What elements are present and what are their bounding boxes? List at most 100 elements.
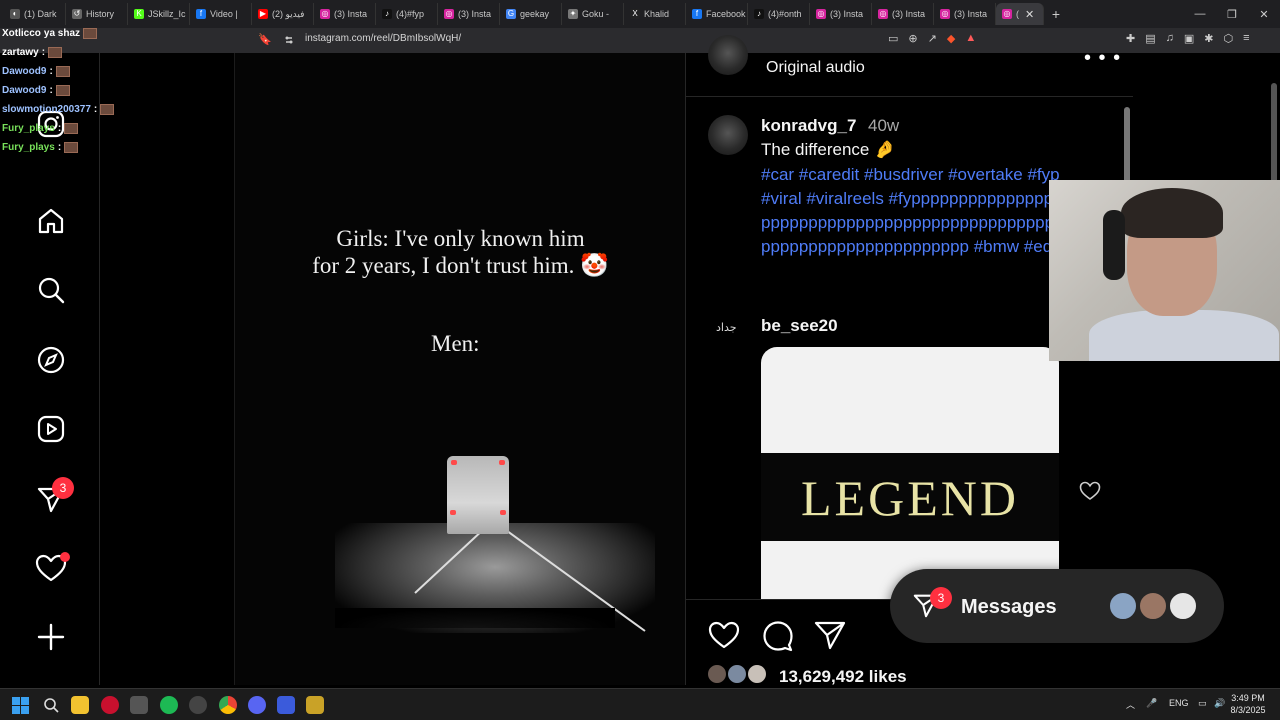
browser-tab[interactable]: ✦ Goku - — [562, 3, 624, 25]
browser-tab[interactable]: ◎ (3) Insta — [934, 3, 996, 25]
like-count[interactable]: 13,629,492 likes — [779, 667, 907, 687]
chrome-icon[interactable] — [219, 696, 237, 714]
browser-tab[interactable]: ♪ (4)#fyp — [376, 3, 438, 25]
comment-image-text: LEGEND — [801, 470, 1019, 526]
comment-bubble-icon[interactable] — [762, 620, 794, 657]
chat-username: Dawood9 — [2, 66, 47, 77]
comment-image[interactable]: LEGEND — [761, 347, 1059, 599]
chat-message: Fury_plays: — [2, 119, 114, 138]
comment-like-icon[interactable] — [1079, 481, 1101, 506]
zoom-icon[interactable]: ⊕ — [908, 32, 917, 45]
more-options-icon[interactable]: • • • — [1084, 47, 1121, 70]
post-author-avatar[interactable] — [708, 115, 748, 155]
input-language[interactable]: ENG — [1169, 698, 1189, 708]
share-send-icon[interactable] — [814, 620, 846, 655]
close-window-icon[interactable]: ✕ — [1248, 8, 1280, 21]
new-tab-button[interactable]: + — [1044, 6, 1068, 22]
tab-label: Video | — [210, 9, 238, 19]
home-icon[interactable] — [33, 203, 69, 239]
microphone-icon[interactable]: 🎤 — [1146, 698, 1157, 709]
reel-video[interactable]: Girls: I've only known him for 2 years, … — [234, 53, 685, 685]
chat-emote-icon — [64, 123, 79, 134]
browser-tab[interactable]: ◎ (3) Insta — [314, 3, 376, 25]
chat-text: : — [57, 142, 62, 153]
minimize-icon[interactable]: — — [1184, 8, 1216, 20]
app-red-icon[interactable] — [101, 696, 119, 714]
network-icon[interactable]: ▭ — [1198, 698, 1207, 709]
share-icon[interactable]: ↗ — [928, 32, 937, 45]
tab-close-icon[interactable]: ✕ — [1025, 8, 1034, 21]
tab-favicon-icon: f — [196, 9, 206, 19]
tab-favicon-icon: ◐ — [10, 9, 20, 19]
browser-tab[interactable]: ◎ (3) Insta — [872, 3, 934, 25]
browser-tab[interactable]: K JSkillz_Ic — [128, 3, 190, 25]
screen: ◐ (1) Dark ↺ History K JSkillz_Ic f Video | ▶ فيد… — [0, 0, 1280, 720]
clock-time: 3:49 PM — [1231, 693, 1265, 703]
chat-message: zartawy: — [2, 43, 114, 62]
windows-start-icon[interactable] — [12, 697, 29, 714]
browser-tab[interactable]: ◎ (3) Insta — [438, 3, 500, 25]
post-caption-text: The difference 🤌 — [761, 140, 896, 159]
bus-image — [447, 456, 509, 534]
like-heart-icon[interactable] — [708, 620, 740, 655]
taskbar-search-icon[interactable] — [43, 697, 59, 713]
menu-icon[interactable]: ≡ — [1243, 32, 1249, 45]
reader-mode-icon[interactable]: ▭ — [888, 32, 898, 45]
tab-favicon-icon: ♪ — [382, 9, 392, 19]
brave-shield-icon[interactable]: ◆ — [947, 32, 955, 45]
media-icon[interactable]: ♫ — [1166, 32, 1174, 45]
author-avatar[interactable] — [708, 35, 748, 75]
browser-tab[interactable]: ◐ (1) Dark — [4, 3, 66, 25]
bookmark-icon[interactable]: 🔖 — [258, 33, 272, 46]
tab-favicon-icon: ♪ — [754, 9, 764, 19]
url-text[interactable]: instagram.com/reel/DBmIbsolWqH/ — [305, 33, 461, 44]
extensions-icon[interactable]: ✚ — [1126, 32, 1135, 45]
browser-tab[interactable]: Ggeekay — [500, 3, 562, 25]
tab-label: geekay — [520, 9, 550, 19]
create-plus-icon[interactable] — [33, 619, 69, 655]
wallet-icon[interactable]: ▣ — [1184, 32, 1194, 45]
browser-tab[interactable]: ↺ History — [66, 3, 128, 25]
site-settings-icon[interactable] — [284, 34, 294, 46]
browser-tab[interactable]: ▶ فيديو (2) — [252, 3, 314, 25]
windows-taskbar: ︿ 🎤 ENG ▭ 🔊 3:49 PM 8/3/2025 — [0, 688, 1280, 720]
post-hashtags[interactable]: #car #caredit #busdriver #overtake #fyp … — [761, 163, 1061, 259]
taskbar-clock[interactable]: 3:49 PM 8/3/2025 — [1222, 692, 1274, 716]
app-blue-icon[interactable] — [277, 696, 295, 714]
reels-icon[interactable] — [33, 411, 69, 447]
explore-icon[interactable] — [33, 342, 69, 378]
browser-tab[interactable]: X Khalid — [624, 3, 686, 25]
tray-chevron-icon[interactable]: ︿ — [1126, 698, 1135, 711]
comment-username[interactable]: be_see20 — [761, 316, 838, 336]
browser-tab[interactable]: ♪ (4)#onth — [748, 3, 810, 25]
search-icon[interactable] — [33, 272, 69, 308]
chat-username: Xotlicco — [2, 28, 41, 39]
store-icon[interactable] — [130, 696, 148, 714]
browser-tab[interactable]: f Video | — [190, 3, 252, 25]
browser-tab[interactable]: ◎ (3) Insta — [810, 3, 872, 25]
chat-message: Dawood9: — [2, 62, 114, 81]
app-gear-icon[interactable] — [189, 696, 207, 714]
browser-tab-active[interactable]: ◎ (✕ — [996, 3, 1044, 25]
translate-icon[interactable]: ✱ — [1204, 32, 1213, 45]
file-explorer-icon[interactable] — [71, 696, 89, 714]
chat-text: : — [41, 47, 46, 58]
discord-icon[interactable] — [248, 696, 266, 714]
vpn-icon[interactable]: ⬡ — [1224, 32, 1234, 45]
streamer-webcam — [1049, 180, 1280, 361]
commenter-avatar[interactable]: جداد — [716, 321, 737, 334]
app-yellow-icon[interactable] — [306, 696, 324, 714]
spotify-icon[interactable] — [160, 696, 178, 714]
restore-icon[interactable]: ❐ — [1216, 8, 1248, 21]
sidebar-toggle-icon[interactable]: ▤ — [1145, 32, 1155, 45]
post-username[interactable]: konradvg_7 — [761, 116, 856, 136]
chat-text: : — [93, 104, 98, 115]
reel-area: Girls: I've only known him for 2 years, … — [100, 53, 685, 685]
chat-message: slowmotion200377: — [2, 100, 115, 119]
tab-favicon-icon: ✦ — [568, 9, 578, 19]
rewards-icon[interactable]: ▲ — [965, 32, 976, 45]
messages-pill[interactable]: 3 Messages — [890, 569, 1224, 643]
original-audio-link[interactable]: Original audio — [766, 59, 865, 77]
chat-message: Dawood9: — [2, 81, 114, 100]
browser-tab[interactable]: f Facebook — [686, 3, 748, 25]
